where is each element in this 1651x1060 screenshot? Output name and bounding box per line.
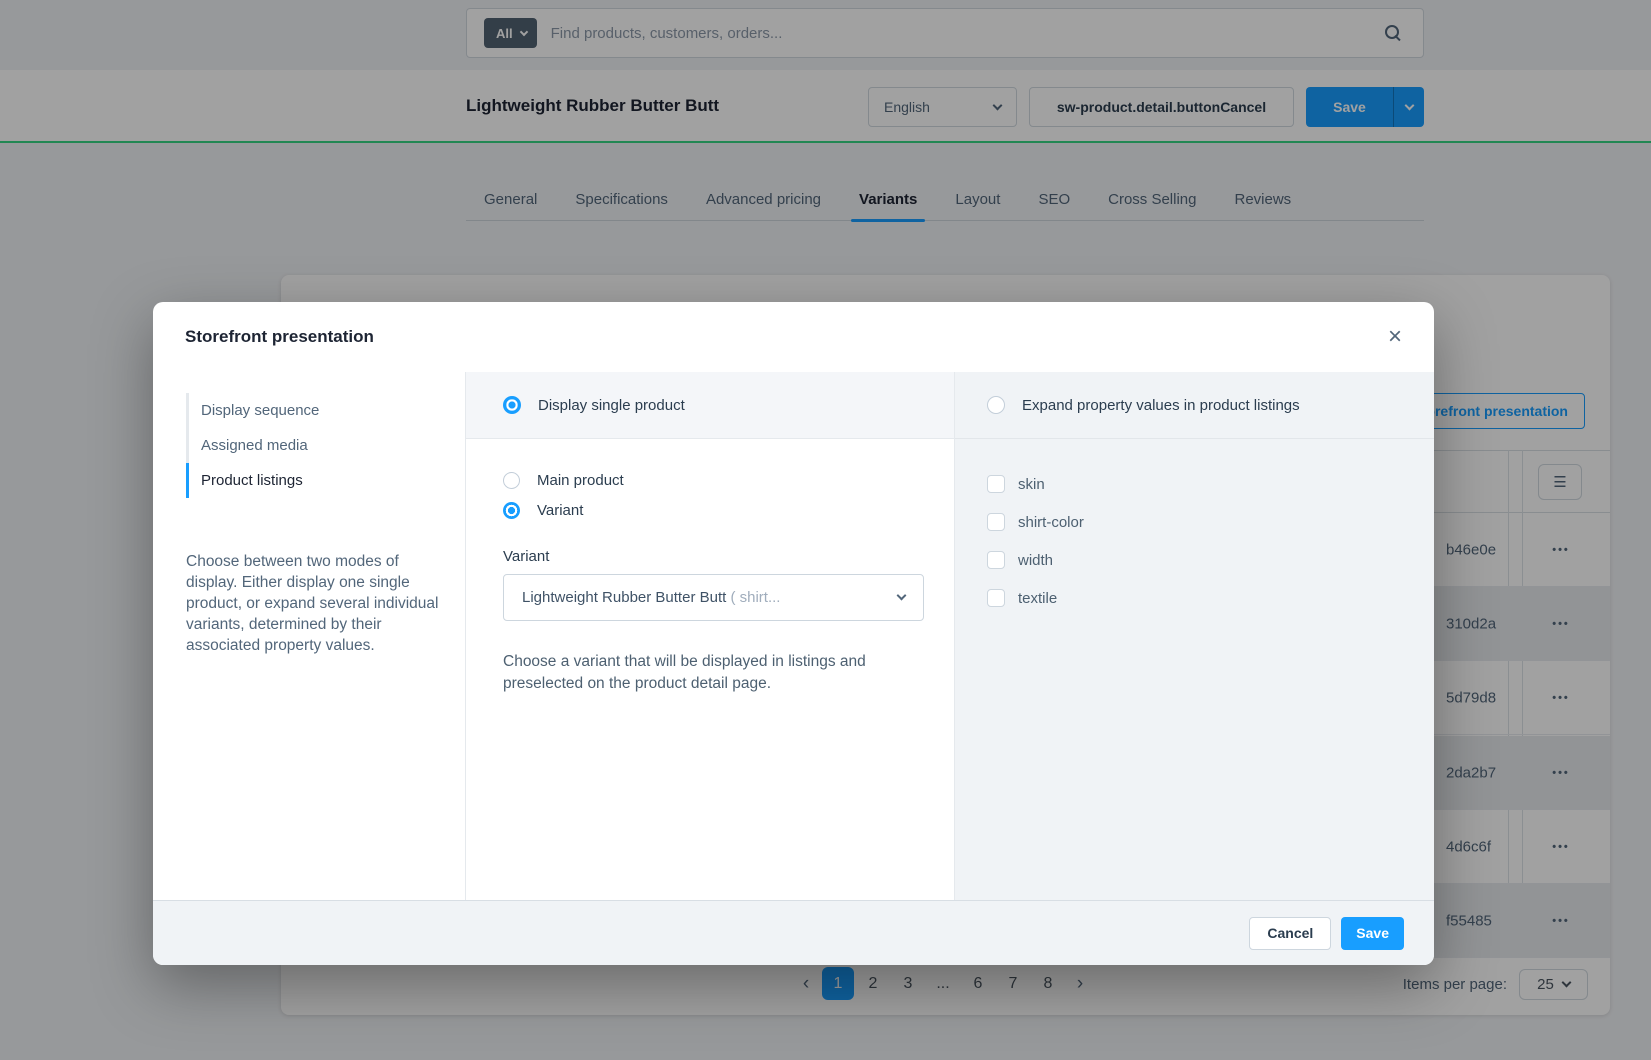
modal-nav-description: Choose between two modes of display. Eit… [186, 552, 439, 657]
width-label: width [1018, 552, 1053, 569]
single-product-body: Main product Variant Variant Lightweight… [466, 439, 954, 694]
close-icon[interactable]: × [1388, 325, 1402, 349]
skin-checkbox[interactable] [987, 475, 1005, 493]
modal-footer: Cancel Save [153, 900, 1434, 965]
display-single-product-radio[interactable] [503, 396, 521, 414]
textile-checkbox[interactable] [987, 589, 1005, 607]
main-product-option[interactable]: Main product [503, 469, 914, 491]
modal-header: Storefront presentation × [153, 302, 1434, 372]
variant-option-label: Variant [537, 502, 583, 519]
modal-nav-assigned-media[interactable]: Assigned media [186, 428, 465, 463]
main-product-label: Main product [537, 472, 624, 489]
shirt-color-label: shirt-color [1018, 514, 1084, 531]
main-product-radio[interactable] [503, 472, 520, 489]
variant-help-text: Choose a variant that will be displayed … [503, 651, 905, 694]
modal-save-button[interactable]: Save [1341, 917, 1404, 950]
modal-title: Storefront presentation [185, 327, 374, 347]
expand-properties-panel: Expand property values in product listin… [954, 372, 1434, 900]
property-option-textile[interactable]: textile [987, 589, 1434, 607]
variant-option[interactable]: Variant [503, 499, 914, 521]
modal-cancel-button[interactable]: Cancel [1249, 917, 1331, 950]
display-single-product-label: Display single product [538, 397, 685, 414]
chevron-down-icon [897, 591, 907, 601]
expand-mode-row: Expand property values in product listin… [955, 372, 1434, 439]
property-option-width[interactable]: width [987, 551, 1434, 569]
single-product-mode-row: Display single product [466, 372, 954, 439]
textile-label: textile [1018, 590, 1057, 607]
storefront-presentation-modal: Storefront presentation × Display sequen… [153, 302, 1434, 965]
single-product-panel: Display single product Main product Vari… [466, 372, 954, 900]
skin-label: skin [1018, 476, 1045, 493]
app-canvas: All Lightweight Rubber Butter Butt Engli… [0, 0, 1651, 1060]
properties-list: skin shirt-color width textile [955, 439, 1434, 627]
variant-field-label: Variant [503, 548, 914, 565]
expand-properties-label: Expand property values in product listin… [1022, 397, 1300, 414]
variant-select-value: Lightweight Rubber Butter Butt ( shirt..… [522, 589, 780, 606]
width-checkbox[interactable] [987, 551, 1005, 569]
modal-nav-display-sequence[interactable]: Display sequence [186, 393, 465, 428]
shirt-color-checkbox[interactable] [987, 513, 1005, 531]
modal-body: Display sequence Assigned media Product … [153, 372, 1434, 900]
variant-select[interactable]: Lightweight Rubber Butter Butt ( shirt..… [503, 574, 924, 621]
modal-sidebar: Display sequence Assigned media Product … [153, 372, 466, 900]
variant-select-suffix: ( shirt... [730, 589, 780, 606]
property-option-skin[interactable]: skin [987, 475, 1434, 493]
modal-nav-product-listings[interactable]: Product listings [186, 463, 465, 498]
expand-properties-radio[interactable] [987, 396, 1005, 414]
property-option-shirt-color[interactable]: shirt-color [987, 513, 1434, 531]
variant-radio[interactable] [503, 502, 520, 519]
